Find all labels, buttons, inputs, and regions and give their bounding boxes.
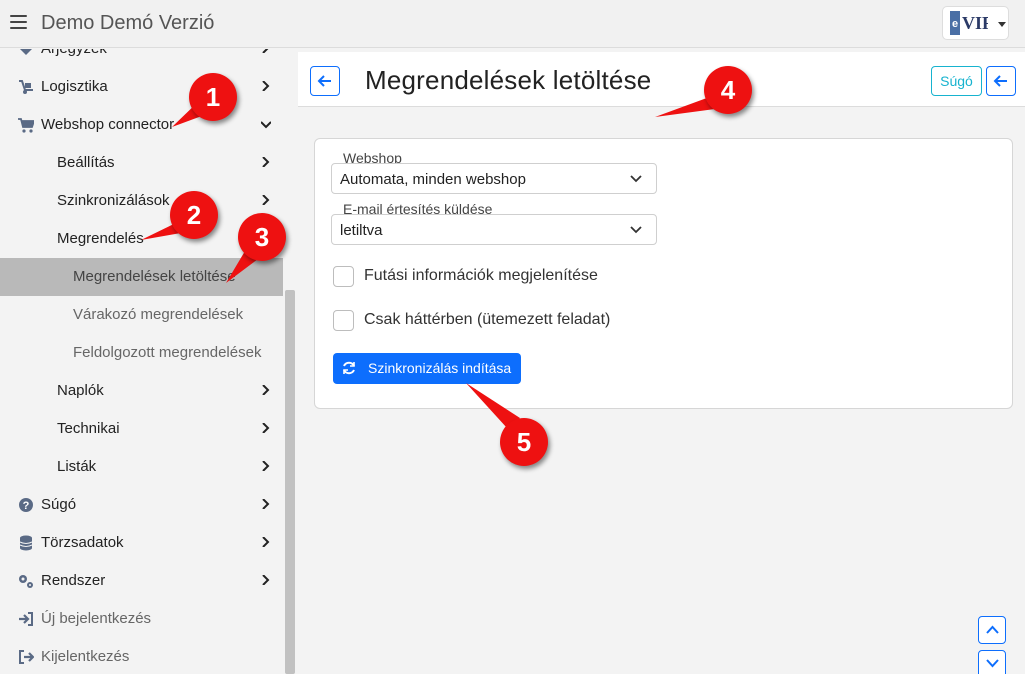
sidebar-item-listak[interactable]: Listák [0,448,283,486]
user-menu-button[interactable]: e VIR [942,6,1009,40]
caret-down-icon [998,22,1006,27]
sidebar-item-label: Feldolgozott megrendelések [73,344,262,361]
chevron-right-icon [262,157,270,167]
sidebar-item-beallitas[interactable]: Beállítás [0,144,283,182]
back-button[interactable] [310,66,340,96]
back-button-right[interactable] [986,66,1016,96]
sidebar-item-webshop-connector[interactable]: Webshop connector [0,106,283,144]
chevron-down-icon [986,659,999,668]
sidebar-item-logisztika[interactable]: Logisztika [0,68,283,106]
start-sync-label: Szinkronizálás indítása [368,360,512,376]
evir-logo-icon: e VIR [950,11,988,35]
main-content: Megrendelések letöltése Súgó Webshop Aut… [297,49,1025,674]
arrow-left-icon [317,75,331,87]
chevron-right-icon [262,461,270,471]
show-run-info-checkbox[interactable] [333,266,354,287]
chevron-right-icon [262,423,270,433]
sync-icon [343,361,355,375]
sidebar-item-label: Új bejelentkezés [41,610,152,627]
sidebar-item-varakozo-megrendelesek[interactable]: Várakozó megrendelések [0,296,283,334]
chevron-right-icon [262,49,269,53]
chevron-right-icon [262,499,270,509]
annotation-marker-1: 1 [189,73,237,121]
sidebar-item-label: Logisztika [41,78,108,95]
sidebar-item-rendszer[interactable]: Rendszer [0,562,283,600]
background-only-checkbox[interactable] [333,310,354,331]
sidebar-item-label: Technikai [57,420,120,437]
sidebar-item-label: Kijelentkezés [41,648,130,665]
database-icon [19,535,33,551]
chevron-right-icon [262,537,270,547]
chevron-right-icon [262,385,270,395]
app-title: Demo Demó Verzió [41,12,215,34]
annotation-marker-3: 3 [238,213,286,261]
help-button[interactable]: Súgó [931,66,982,96]
chevron-down-icon [630,226,642,234]
scroll-down-button[interactable] [978,650,1006,674]
show-run-info-label: Futási információk megjelenítése [364,267,598,284]
question-circle-icon: ? [19,498,33,512]
chevron-down-icon [261,121,271,129]
sidebar-item-label: Beállítás [57,154,115,171]
sidebar-item-label: Törzsadatok [41,534,124,551]
page-header: Megrendelések letöltése Súgó [298,52,1025,107]
annotation-marker-5: 5 [500,418,548,466]
sidebar-item-arjegyzek[interactable]: Árjegyzék [0,49,283,68]
chevron-right-icon [262,195,270,205]
scroll-up-button[interactable] [978,616,1006,644]
start-sync-button[interactable]: Szinkronizálás indítása [333,353,521,384]
sign-out-icon [19,650,34,664]
chevron-right-icon [262,575,270,585]
sidebar-item-label: Naplók [57,382,104,399]
sidebar-item-sugo[interactable]: ? Súgó [0,486,283,524]
sidebar-item-torzsadatok[interactable]: Törzsadatok [0,524,283,562]
tag-icon [20,49,32,55]
sidebar-scrollbar-thumb[interactable] [285,290,295,674]
page-title: Megrendelések letöltése [365,65,652,95]
svg-text:VIR: VIR [962,13,988,33]
email-notification-select-value: letiltva [340,222,383,239]
sidebar-item-feldolgozott-megrendelesek[interactable]: Feldolgozott megrendelések [0,334,283,372]
sidebar-item-technikai[interactable]: Technikai [0,410,283,448]
sidebar-item-label: Listák [57,458,97,475]
sidebar-item-uj-bejelentkezes[interactable]: Új bejelentkezés [0,600,283,638]
chevron-up-icon [986,625,999,634]
cart-icon [18,118,34,133]
form-card: Webshop Automata, minden webshop E-mail … [314,138,1013,409]
chevron-down-icon [630,175,642,183]
sidebar-item-megrendelesek-letoltese[interactable]: Megrendelések letöltése [0,258,283,296]
sidebar-item-label: Súgó [41,496,77,513]
sidebar: Árjegyzék Logisztika Webshop connector B… [0,49,283,674]
dolly-icon [19,80,33,94]
sidebar-item-label: Szinkronizálások [57,192,170,209]
sidebar-item-label: Árjegyzék [41,49,107,57]
background-only-label: Csak háttérben (ütemezett feladat) [364,311,611,328]
arrow-left-icon [993,75,1007,87]
chevron-right-icon [262,81,270,91]
top-bar: Demo Demó Verzió e VIR [0,0,1025,48]
svg-text:e: e [952,18,958,30]
sidebar-item-naplok[interactable]: Naplók [0,372,283,410]
sidebar-item-label: Várakozó megrendelések [73,306,244,323]
svg-text:?: ? [23,500,30,512]
sidebar-item-label: Rendszer [41,572,106,589]
sidebar-item-label: Megrendelések letöltése [73,268,236,285]
webshop-select[interactable]: Automata, minden webshop [331,163,657,194]
sidebar-item-label: Webshop connector [41,116,175,133]
annotation-marker-4: 4 [704,66,752,114]
email-notification-select[interactable]: letiltva [331,214,657,245]
cogs-icon [19,575,33,588]
webshop-select-value: Automata, minden webshop [340,171,526,188]
sidebar-item-szinkronizalasok[interactable]: Szinkronizálások [0,182,283,220]
sidebar-item-kijelentkezes[interactable]: Kijelentkezés [0,638,283,674]
annotation-marker-2: 2 [170,191,218,239]
sidebar-item-label: Megrendelés [57,230,144,247]
sign-in-icon [19,612,33,626]
menu-icon[interactable] [10,15,27,31]
